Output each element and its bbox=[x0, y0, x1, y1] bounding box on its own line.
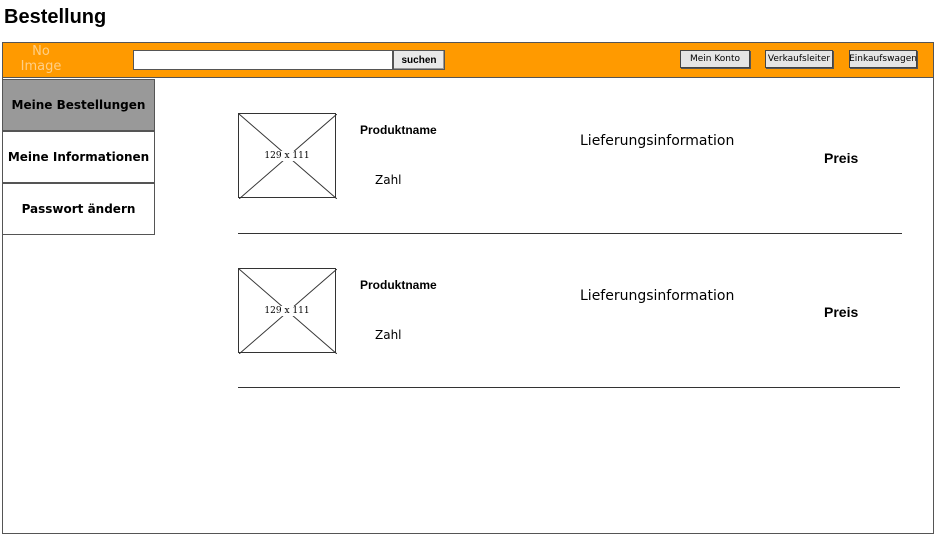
cart-button[interactable]: Einkaufswagen bbox=[849, 50, 917, 68]
page-title: Bestellung bbox=[4, 6, 107, 28]
sidebar-item-label: Passwort ändern bbox=[21, 202, 136, 216]
search-input[interactable] bbox=[133, 50, 393, 70]
product-image: 129 x 111 bbox=[238, 268, 337, 354]
search-button[interactable]: suchen bbox=[393, 50, 445, 70]
sales-manager-button[interactable]: Verkaufsleiter bbox=[765, 50, 833, 68]
row-divider bbox=[238, 233, 902, 234]
logo-placeholder: No Image bbox=[20, 44, 62, 74]
product-name: Produktname bbox=[360, 123, 437, 137]
delivery-info: Lieferungsinformation bbox=[580, 133, 735, 149]
sidebar-item-information[interactable]: Meine Informationen bbox=[2, 131, 155, 183]
product-quantity: Zahl bbox=[375, 328, 402, 342]
image-dimensions: 129 x 111 bbox=[263, 150, 311, 161]
product-price: Preis bbox=[824, 304, 859, 320]
delivery-info: Lieferungsinformation bbox=[580, 288, 735, 304]
product-name: Produktname bbox=[360, 278, 437, 292]
product-price: Preis bbox=[824, 150, 859, 166]
product-quantity: Zahl bbox=[375, 173, 402, 187]
product-image: 129 x 111 bbox=[238, 113, 337, 199]
account-button[interactable]: Mein Konto bbox=[680, 50, 750, 68]
sidebar-item-password[interactable]: Passwort ändern bbox=[2, 183, 155, 235]
sidebar-item-orders[interactable]: Meine Bestellungen bbox=[2, 79, 155, 131]
row-divider bbox=[238, 387, 900, 388]
image-dimensions: 129 x 111 bbox=[263, 305, 311, 316]
sidebar-item-label: Meine Bestellungen bbox=[11, 98, 146, 112]
top-bar: No Image suchen Mein Konto Verkaufsleite… bbox=[2, 42, 934, 78]
sidebar-item-label: Meine Informationen bbox=[7, 150, 150, 164]
